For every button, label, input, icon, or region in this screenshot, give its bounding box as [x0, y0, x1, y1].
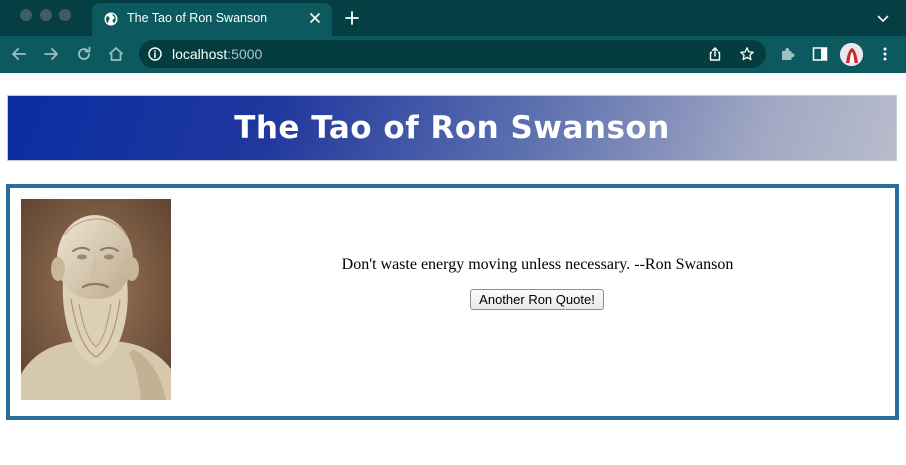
sidepanel-icon[interactable] — [811, 45, 829, 63]
chevron-down-icon[interactable] — [876, 12, 890, 26]
window-zoom-dot[interactable] — [59, 9, 71, 21]
url-port: :5000 — [227, 46, 263, 62]
socrates-bust-image — [21, 199, 171, 400]
globe-icon — [104, 12, 118, 26]
home-icon[interactable] — [107, 45, 125, 63]
browser-toolbar: localhost:5000 — [0, 36, 906, 73]
address-bar[interactable]: localhost:5000 — [139, 40, 766, 68]
extensions-icon[interactable] — [779, 45, 797, 63]
share-icon[interactable] — [707, 46, 723, 62]
page-header: The Tao of Ron Swanson — [7, 95, 897, 161]
browser-tab-strip: The Tao of Ron Swanson — [0, 0, 906, 36]
new-tab-icon[interactable] — [344, 10, 360, 26]
url-host: localhost — [172, 46, 228, 62]
menu-icon[interactable] — [876, 45, 894, 63]
reload-icon[interactable] — [75, 45, 93, 63]
forward-icon[interactable] — [42, 45, 60, 63]
window-minimize-dot[interactable] — [40, 9, 52, 21]
window-close-dot[interactable] — [20, 9, 32, 21]
browser-tab-active[interactable]: The Tao of Ron Swanson — [92, 3, 332, 36]
info-icon[interactable] — [148, 47, 162, 61]
url-text[interactable]: localhost:5000 — [172, 46, 262, 62]
another-quote-button[interactable]: Another Ron Quote! — [470, 289, 604, 310]
page-title: The Tao of Ron Swanson — [234, 110, 670, 146]
quote-text: Don't waste energy moving unless necessa… — [341, 256, 734, 273]
profile-picture-icon — [840, 43, 863, 66]
profile-avatar[interactable] — [840, 43, 863, 66]
close-icon[interactable] — [308, 11, 322, 25]
quote-card: Don't waste energy moving unless necessa… — [6, 184, 899, 420]
tab-title: The Tao of Ron Swanson — [127, 11, 268, 25]
star-icon[interactable] — [739, 46, 755, 62]
back-icon[interactable] — [10, 45, 28, 63]
